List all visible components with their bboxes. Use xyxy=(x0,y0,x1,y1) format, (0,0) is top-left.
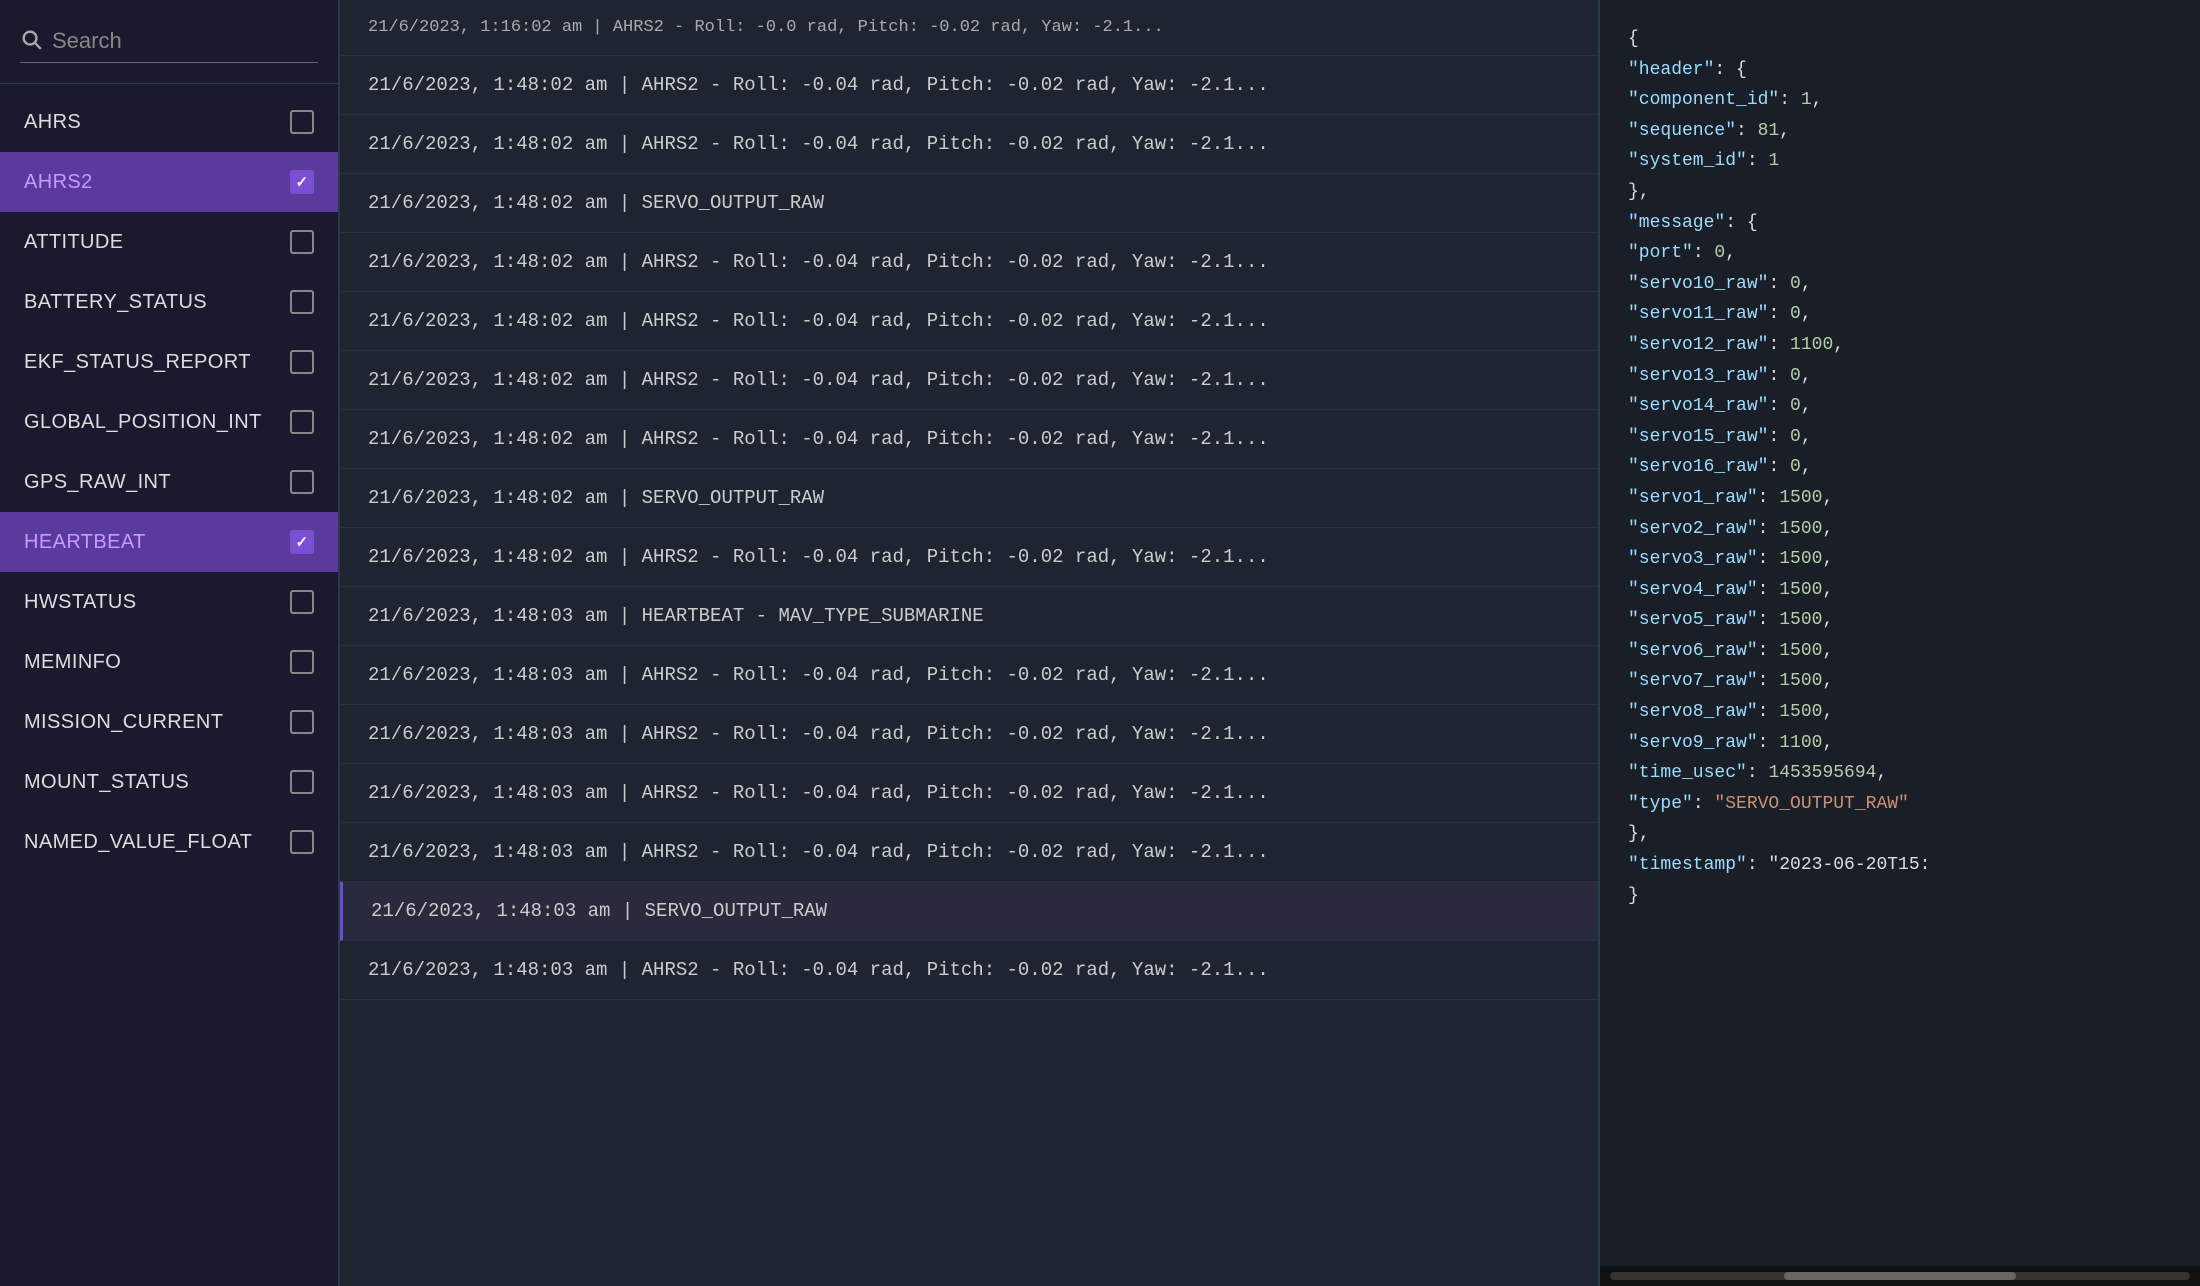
list-item-label: AHRS2 xyxy=(24,171,93,194)
log-entry[interactable]: 21/6/2023, 1:48:02 am | AHRS2 - Roll: -0… xyxy=(340,292,1598,351)
list-item-label: MEMINFO xyxy=(24,651,121,674)
json-line: }, xyxy=(1628,819,2172,850)
list-item-label: HWSTATUS xyxy=(24,591,136,614)
json-line: "servo14_raw": 0, xyxy=(1628,391,2172,422)
json-line: "servo8_raw": 1500, xyxy=(1628,697,2172,728)
list-item[interactable]: GLOBAL_POSITION_INT xyxy=(0,392,338,452)
list-item-checkbox[interactable] xyxy=(290,710,314,734)
json-line: "port": 0, xyxy=(1628,238,2172,269)
json-line: "servo12_raw": 1100, xyxy=(1628,330,2172,361)
json-line: { xyxy=(1628,24,2172,55)
list-item-checkbox[interactable] xyxy=(290,470,314,494)
json-line: "servo7_raw": 1500, xyxy=(1628,666,2172,697)
json-line: "servo9_raw": 1100, xyxy=(1628,728,2172,759)
json-line: }, xyxy=(1628,177,2172,208)
log-entry[interactable]: 21/6/2023, 1:48:03 am | AHRS2 - Roll: -0… xyxy=(340,823,1598,882)
list-item-label: HEARTBEAT xyxy=(24,531,146,554)
json-line: "servo5_raw": 1500, xyxy=(1628,605,2172,636)
list-item-label: NAMED_VALUE_FLOAT xyxy=(24,831,252,854)
list-item[interactable]: ATTITUDE xyxy=(0,212,338,272)
log-entry[interactable]: 21/6/2023, 1:48:02 am | AHRS2 - Roll: -0… xyxy=(340,410,1598,469)
list-item[interactable]: HEARTBEAT xyxy=(0,512,338,572)
log-entry[interactable]: 21/6/2023, 1:48:02 am | SERVO_OUTPUT_RAW xyxy=(340,174,1598,233)
item-list: AHRS AHRS2 ATTITUDE BATTERY_STATUS EKF_STATU… xyxy=(0,84,338,1286)
log-entry[interactable]: 21/6/2023, 1:48:03 am | AHRS2 - Roll: -0… xyxy=(340,764,1598,823)
list-item-label: AHRS xyxy=(24,111,81,134)
json-line: "servo15_raw": 0, xyxy=(1628,422,2172,453)
list-item[interactable]: AHRS xyxy=(0,92,338,152)
log-entry[interactable]: 21/6/2023, 1:48:03 am | AHRS2 - Roll: -0… xyxy=(340,705,1598,764)
log-entry[interactable]: 21/6/2023, 1:48:03 am | AHRS2 - Roll: -0… xyxy=(340,941,1598,1000)
list-item-label: GLOBAL_POSITION_INT xyxy=(24,411,262,434)
list-item-checkbox[interactable] xyxy=(290,830,314,854)
list-item[interactable]: BATTERY_STATUS xyxy=(0,272,338,332)
json-line: "servo2_raw": 1500, xyxy=(1628,514,2172,545)
list-item-checkbox[interactable] xyxy=(290,770,314,794)
list-item-checkbox[interactable] xyxy=(290,530,314,554)
log-list: 21/6/2023, 1:16:02 am | AHRS2 - Roll: -0… xyxy=(340,0,1598,1286)
json-line: "servo13_raw": 0, xyxy=(1628,361,2172,392)
log-entry[interactable]: 21/6/2023, 1:48:03 am | AHRS2 - Roll: -0… xyxy=(340,646,1598,705)
json-line: "servo16_raw": 0, xyxy=(1628,452,2172,483)
json-line: "servo11_raw": 0, xyxy=(1628,299,2172,330)
list-item-label: BATTERY_STATUS xyxy=(24,291,207,314)
list-item-checkbox[interactable] xyxy=(290,170,314,194)
list-item-label: GPS_RAW_INT xyxy=(24,471,171,494)
log-entry[interactable]: 21/6/2023, 1:48:02 am | AHRS2 - Roll: -0… xyxy=(340,115,1598,174)
list-item-checkbox[interactable] xyxy=(290,650,314,674)
horizontal-scrollbar[interactable] xyxy=(1600,1266,2200,1286)
log-entry[interactable]: 21/6/2023, 1:48:02 am | AHRS2 - Roll: -0… xyxy=(340,56,1598,115)
json-line: "servo4_raw": 1500, xyxy=(1628,575,2172,606)
search-input[interactable] xyxy=(52,28,318,54)
json-line: "servo10_raw": 0, xyxy=(1628,269,2172,300)
search-container xyxy=(0,0,338,84)
log-entry[interactable]: 21/6/2023, 1:48:03 am | HEARTBEAT - MAV_… xyxy=(340,587,1598,646)
list-item-checkbox[interactable] xyxy=(290,350,314,374)
log-entry[interactable]: 21/6/2023, 1:48:02 am | AHRS2 - Roll: -0… xyxy=(340,351,1598,410)
json-line: "time_usec": 1453595694, xyxy=(1628,758,2172,789)
middle-panel: 21/6/2023, 1:16:02 am | AHRS2 - Roll: -0… xyxy=(340,0,1600,1286)
log-entry[interactable]: 21/6/2023, 1:48:03 am | SERVO_OUTPUT_RAW xyxy=(340,882,1598,941)
left-panel: AHRS AHRS2 ATTITUDE BATTERY_STATUS EKF_STATU… xyxy=(0,0,340,1286)
list-item[interactable]: NAMED_VALUE_FLOAT xyxy=(0,812,338,872)
right-panel: { "header": { "component_id": 1, "sequen… xyxy=(1600,0,2200,1286)
list-item-checkbox[interactable] xyxy=(290,590,314,614)
log-entry[interactable]: 21/6/2023, 1:48:02 am | AHRS2 - Roll: -0… xyxy=(340,233,1598,292)
log-entry[interactable]: 21/6/2023, 1:48:02 am | SERVO_OUTPUT_RAW xyxy=(340,469,1598,528)
list-item-label: MISSION_CURRENT xyxy=(24,711,223,734)
list-item[interactable]: MOUNT_STATUS xyxy=(0,752,338,812)
json-line: "servo6_raw": 1500, xyxy=(1628,636,2172,667)
json-line: "component_id": 1, xyxy=(1628,85,2172,116)
list-item-checkbox[interactable] xyxy=(290,230,314,254)
scrollbar-track xyxy=(1610,1272,2190,1280)
search-box xyxy=(20,28,318,63)
list-item-checkbox[interactable] xyxy=(290,290,314,314)
list-item[interactable]: MISSION_CURRENT xyxy=(0,692,338,752)
json-line: "system_id": 1 xyxy=(1628,146,2172,177)
list-item-label: ATTITUDE xyxy=(24,231,124,254)
scrollbar-thumb[interactable] xyxy=(1784,1272,2016,1280)
list-item[interactable]: EKF_STATUS_REPORT xyxy=(0,332,338,392)
json-line: "sequence": 81, xyxy=(1628,116,2172,147)
json-line: } xyxy=(1628,881,2172,912)
json-line: "header": { xyxy=(1628,55,2172,86)
list-item-checkbox[interactable] xyxy=(290,410,314,434)
json-line: "type": "SERVO_OUTPUT_RAW" xyxy=(1628,789,2172,820)
list-item[interactable]: GPS_RAW_INT xyxy=(0,452,338,512)
log-entry[interactable]: 21/6/2023, 1:48:02 am | AHRS2 - Roll: -0… xyxy=(340,528,1598,587)
json-viewer: { "header": { "component_id": 1, "sequen… xyxy=(1600,0,2200,1266)
json-line: "timestamp": "2023-06-20T15: xyxy=(1628,850,2172,881)
list-item[interactable]: AHRS2 xyxy=(0,152,338,212)
list-item-label: EKF_STATUS_REPORT xyxy=(24,351,251,374)
list-item[interactable]: MEMINFO xyxy=(0,632,338,692)
list-item-label: MOUNT_STATUS xyxy=(24,771,189,794)
list-item[interactable]: HWSTATUS xyxy=(0,572,338,632)
log-entry[interactable]: 21/6/2023, 1:16:02 am | AHRS2 - Roll: -0… xyxy=(340,0,1598,56)
search-icon xyxy=(20,28,42,54)
json-line: "servo3_raw": 1500, xyxy=(1628,544,2172,575)
list-item-checkbox[interactable] xyxy=(290,110,314,134)
json-line: "servo1_raw": 1500, xyxy=(1628,483,2172,514)
json-line: "message": { xyxy=(1628,208,2172,239)
